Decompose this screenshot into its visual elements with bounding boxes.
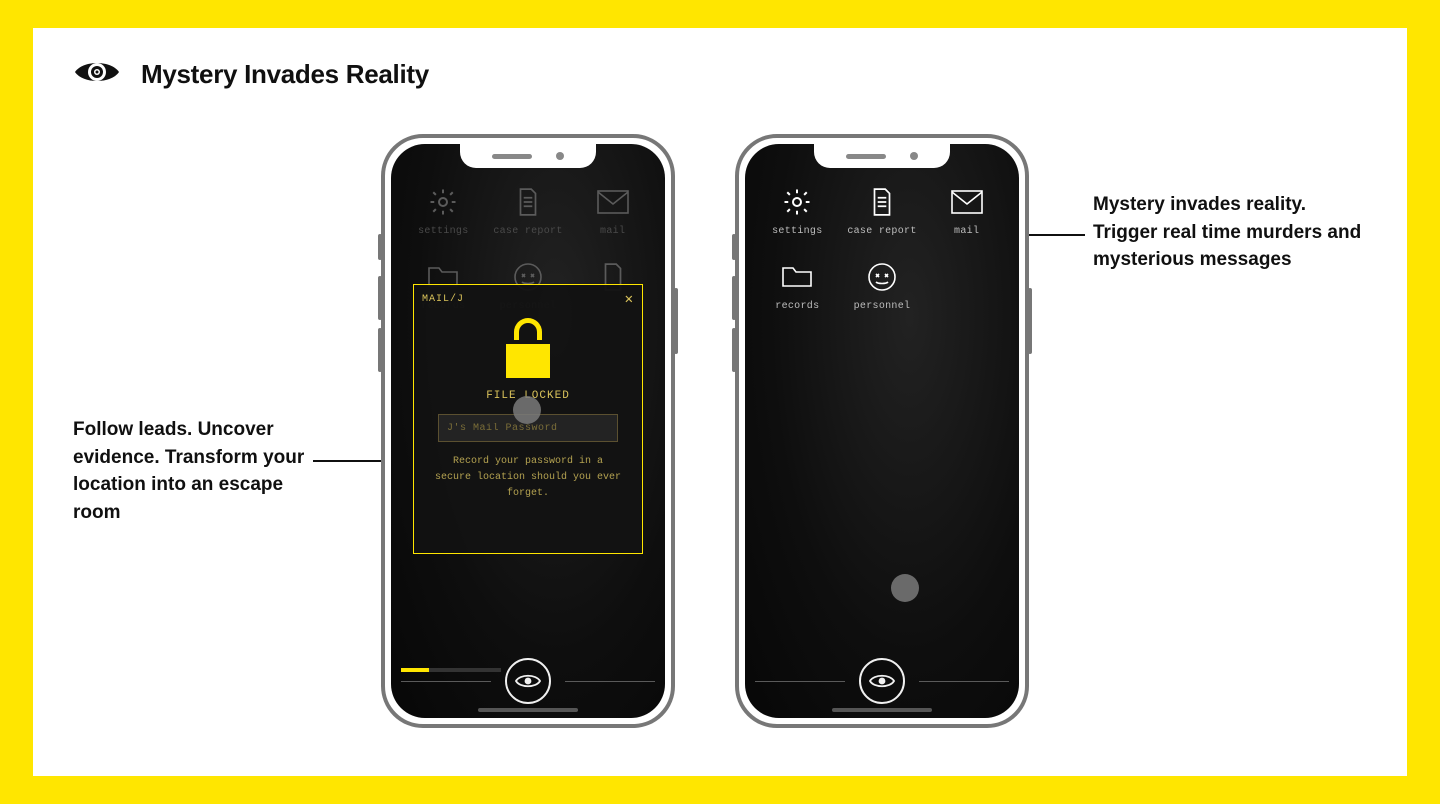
app-settings[interactable]: settings [403,184,483,237]
modal-title: MAIL/J [422,294,464,305]
document-icon [862,184,902,220]
app-label: settings [772,226,822,237]
touch-indicator [513,396,541,424]
bottom-nav [745,658,1019,704]
close-icon[interactable]: ✕ [625,291,634,308]
app-records[interactable]: records [757,259,837,312]
password-hint: Record your password in a secure locatio… [433,454,623,502]
folder-icon [777,259,817,295]
phone-right-screen: settings case report mail records person… [745,144,1019,718]
app-label: records [775,301,819,312]
app-label: case report [847,226,916,237]
gear-icon [423,184,463,220]
phone-notch [460,144,596,168]
app-label: mail [954,226,979,237]
app-personnel[interactable]: personnel [842,259,922,312]
home-indicator [832,708,932,712]
face-icon [862,259,902,295]
left-caption: Follow leads. Uncover evidence. Transfor… [73,416,333,526]
envelope-icon [947,184,987,220]
progress-bar [401,668,501,672]
document-icon [508,184,548,220]
app-label: personnel [854,301,911,312]
phone-left-screen: settings case report mail records person… [391,144,665,718]
app-mail[interactable]: mail [927,184,1007,237]
app-grid: settings case report mail records person… [745,184,1019,312]
app-case-report[interactable]: case report [842,184,922,237]
slide-title: Mystery Invades Reality [141,59,429,90]
eye-button[interactable] [505,658,551,704]
phone-notch [814,144,950,168]
eye-logo-icon [73,58,121,91]
app-case-report[interactable]: case report [488,184,568,237]
slide-canvas: Mystery Invades Reality Follow leads. Un… [33,28,1407,776]
lock-icon [414,318,642,378]
touch-indicator [891,574,919,602]
envelope-icon [593,184,633,220]
phone-right: settings case report mail records person… [735,134,1029,728]
phone-left: settings case report mail records person… [381,134,675,728]
app-label: mail [600,226,625,237]
app-label: settings [418,226,468,237]
app-settings[interactable]: settings [757,184,837,237]
gear-icon [777,184,817,220]
eye-button[interactable] [859,658,905,704]
home-indicator [478,708,578,712]
bottom-nav [391,658,665,704]
app-label: case report [493,226,562,237]
right-caption: Mystery invades reality. Trigger real ti… [1093,191,1373,274]
app-mail[interactable]: mail [573,184,653,237]
slide-header: Mystery Invades Reality [73,58,429,91]
